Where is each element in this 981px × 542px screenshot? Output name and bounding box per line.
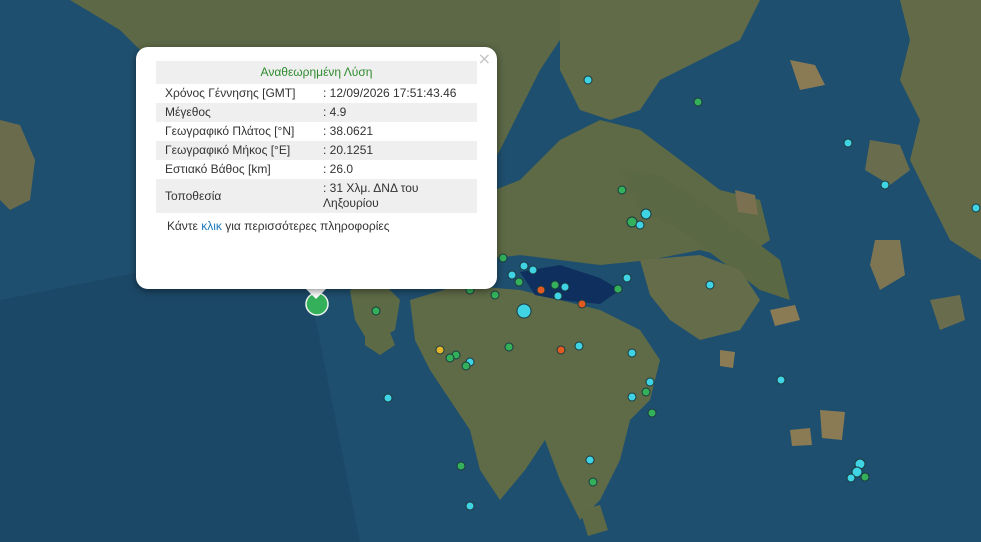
info-value: : 31 Χλμ. ΔΝΔ του Ληξουρίου <box>317 179 477 213</box>
earthquake-marker <box>371 306 381 316</box>
info-row-longitude: Γεωγραφικό Μήκος [°E]: 20.1251 <box>156 141 477 160</box>
earthquake-marker <box>536 285 546 295</box>
earthquake-marker <box>627 392 637 402</box>
earthquake-marker <box>880 180 890 190</box>
land-island-7 <box>720 350 735 368</box>
more-info-link[interactable]: κλικ <box>201 219 222 233</box>
more-info-prefix: Κάντε <box>167 219 202 233</box>
earthquake-marker <box>693 97 703 107</box>
info-label: Γεωγραφικό Πλάτος [°N] <box>165 124 295 138</box>
info-label: Χρόνος Γέννησης [GMT] <box>165 86 296 100</box>
earthquake-marker <box>577 299 587 309</box>
earthquake-marker <box>776 375 786 385</box>
earthquake-marker <box>514 277 524 287</box>
earthquake-marker <box>635 220 645 230</box>
more-info-suffix: για περισσότερες πληροφορίες <box>221 219 390 233</box>
earthquake-marker <box>445 353 455 363</box>
earthquake-marker <box>627 348 637 358</box>
earthquake-marker <box>461 361 471 371</box>
earthquake-marker <box>504 342 514 352</box>
earthquake-marker <box>846 473 856 483</box>
earthquake-marker <box>516 303 532 319</box>
close-icon[interactable]: × <box>478 51 491 67</box>
info-label: Μέγεθος <box>156 103 317 122</box>
earthquake-marker <box>647 408 657 418</box>
earthquake-info-table: Αναθεωρημένη Λύση Χρόνος Γέννησης [GMT]:… <box>156 61 477 213</box>
earthquake-marker <box>498 253 508 263</box>
earthquake-marker <box>705 280 715 290</box>
earthquake-marker <box>456 461 466 471</box>
earthquake-marker <box>626 216 638 228</box>
info-row-location: Τοποθεσία: 31 Χλμ. ΔΝΔ του Ληξουρίου <box>156 179 477 213</box>
info-row-latitude: Γεωγραφικό Πλάτος [°N] : 38.0621 <box>156 122 477 141</box>
info-value: : 12/09/2026 17:51:43.46 <box>323 86 457 100</box>
earthquake-marker <box>556 345 566 355</box>
earthquake-marker <box>645 377 655 387</box>
earthquake-marker <box>843 138 853 148</box>
earthquake-marker <box>519 261 529 271</box>
info-label: Τοποθεσία <box>156 179 317 213</box>
earthquake-marker <box>617 185 627 195</box>
info-row-magnitude: Μέγεθος: 4.9 <box>156 103 477 122</box>
info-label: Εστιακό Βάθος [km] <box>165 162 271 176</box>
earthquake-marker <box>553 291 563 301</box>
earthquake-marker <box>465 501 475 511</box>
info-value: : 38.0621 <box>323 124 374 138</box>
earthquake-marker <box>860 472 870 482</box>
earthquake-info-popup: × Αναθεωρημένη Λύση Χρόνος Γέννησης [GMT… <box>136 47 497 289</box>
earthquake-marker <box>490 290 500 300</box>
earthquake-marker <box>641 387 651 397</box>
land-island-6 <box>790 428 812 446</box>
land-island-5 <box>820 410 845 440</box>
earthquake-marker <box>435 345 445 355</box>
earthquake-marker <box>550 280 560 290</box>
info-value: : 26.0 <box>323 162 354 176</box>
info-row-depth: Εστιακό Βάθος [km] : 26.0 <box>156 160 477 179</box>
earthquake-marker <box>613 284 623 294</box>
earthquake-marker <box>585 455 595 465</box>
more-info-text: Κάντε κλικ για περισσότερες πληροφορίες <box>156 213 477 233</box>
info-label: Γεωγραφικό Μήκος [°E] <box>156 141 317 160</box>
earthquake-marker <box>383 393 393 403</box>
earthquake-marker <box>971 203 981 213</box>
earthquake-marker <box>574 341 584 351</box>
popup-title: Αναθεωρημένη Λύση <box>156 61 477 84</box>
earthquake-marker <box>622 273 632 283</box>
earthquake-marker <box>583 75 593 85</box>
earthquake-marker <box>588 477 598 487</box>
earthquake-marker <box>640 208 652 220</box>
earthquake-marker <box>507 270 517 280</box>
info-row-origin-time: Χρόνος Γέννησης [GMT] : 12/09/2026 17:51:… <box>156 84 477 103</box>
earthquake-marker <box>528 265 538 275</box>
info-value: : 20.1251 <box>317 141 477 160</box>
earthquake-marker <box>560 282 570 292</box>
info-value: : 4.9 <box>317 103 477 122</box>
